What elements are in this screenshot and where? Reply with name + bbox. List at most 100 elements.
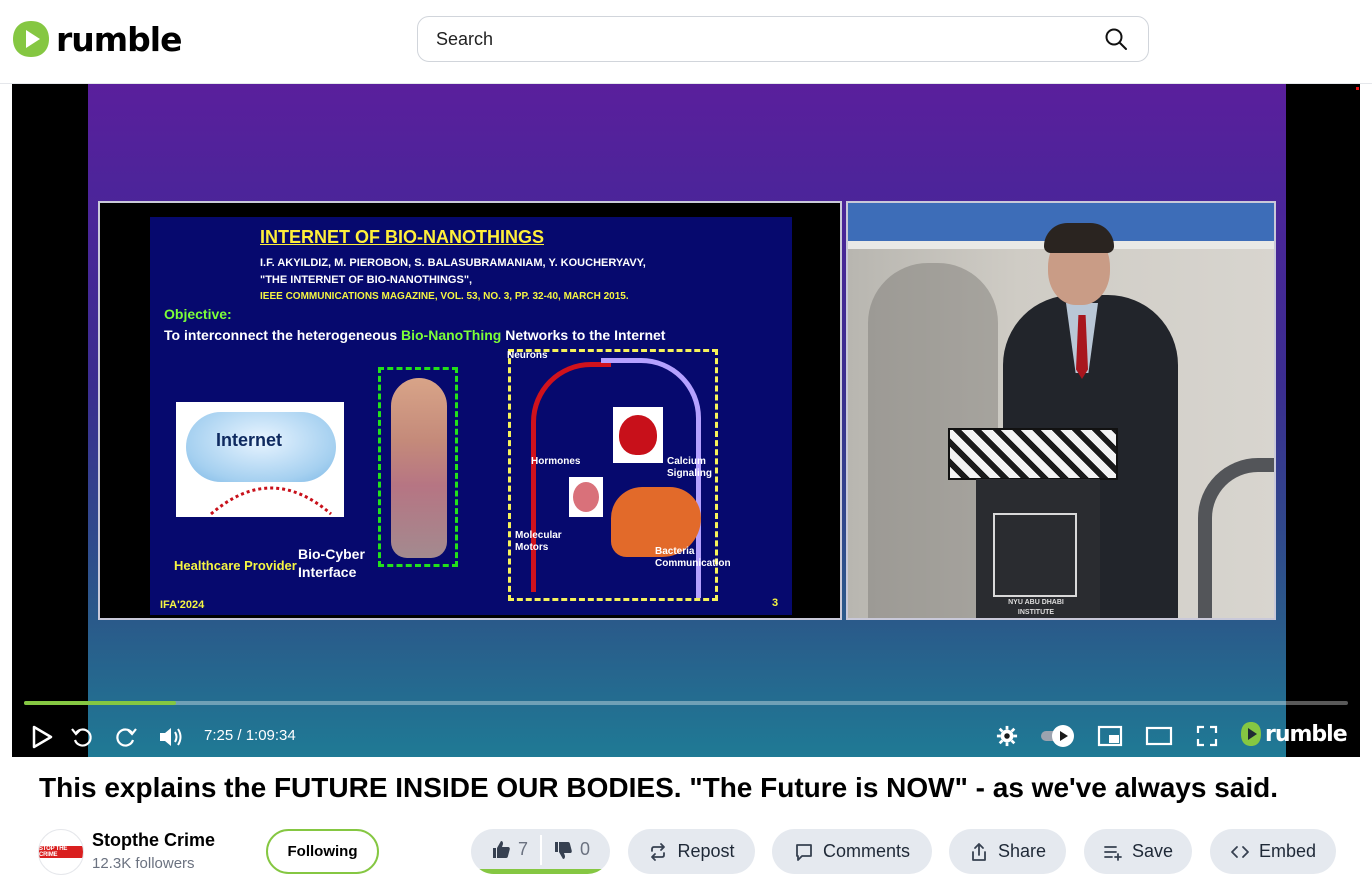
internet-label: Internet xyxy=(216,430,283,450)
embed-label: Embed xyxy=(1258,841,1317,861)
presentation-slide-panel: INTERNET OF BIO-NANOTHINGS I.F. AKYILDIZ… xyxy=(98,201,842,620)
slide-paper: "THE INTERNET OF BIO-NANOTHINGS", xyxy=(260,274,473,286)
theater-mode-icon xyxy=(1145,726,1173,746)
internet-cloud-image: Internet xyxy=(176,402,344,517)
video-title: This explains the FUTURE INSIDE OUR BODI… xyxy=(39,772,1279,803)
slide-objective-label: Objective: xyxy=(164,306,232,322)
search-input[interactable] xyxy=(436,28,1102,50)
heart-icon xyxy=(613,407,663,463)
player-controls: 7:25 / 1:09:34 rumble xyxy=(12,715,1360,757)
volume-button[interactable] xyxy=(156,723,186,751)
embed-button[interactable]: Embed xyxy=(1210,829,1336,874)
following-button[interactable]: Following xyxy=(266,829,379,874)
stage-sculpture xyxy=(1198,458,1274,618)
vote-ratio-bar xyxy=(471,869,610,874)
fullscreen-button[interactable] xyxy=(1194,723,1220,749)
recording-dot xyxy=(1356,87,1359,90)
slide-authors: I.F. AKYILDIZ, M. PIEROBON, S. BALASUBRA… xyxy=(260,257,646,269)
theater-mode-button[interactable] xyxy=(1144,723,1174,749)
search-button[interactable] xyxy=(1102,25,1130,53)
human-body-icon xyxy=(391,378,447,558)
time-display: 7:25 / 1:09:34 xyxy=(204,727,296,744)
share-icon xyxy=(972,842,986,861)
bacteria-label: Bacteria Communication xyxy=(655,546,731,569)
rumble-logo-icon xyxy=(13,21,49,57)
objective-text-highlight: Bio-NanoThing xyxy=(401,327,502,343)
progress-played xyxy=(24,701,176,705)
search-bar xyxy=(417,16,1149,62)
channel-avatar-logo: STOP THE CRIME xyxy=(39,846,83,858)
slide-page-number: 3 xyxy=(772,597,779,609)
biocyber-label: Bio-Cyber Interface xyxy=(298,546,365,580)
neurons-label: Neurons xyxy=(507,350,548,361)
healthcare-label: Healthcare Provider xyxy=(174,558,297,573)
rewind-button[interactable] xyxy=(68,723,96,751)
vote-group: 7 0 xyxy=(471,829,610,874)
play-icon xyxy=(32,725,53,749)
podium-text-1: NYU ABU DHABI xyxy=(1008,599,1064,606)
rumble-logo-text: rumble xyxy=(56,19,182,59)
channel-followers: 12.3K followers xyxy=(92,855,195,872)
thumbs-down-icon xyxy=(555,841,572,859)
repost-label: Repost xyxy=(677,841,735,861)
rumble-logo[interactable]: rumble xyxy=(12,18,182,60)
repost-icon xyxy=(651,842,666,861)
share-label: Share xyxy=(997,841,1047,861)
site-header: rumble xyxy=(0,0,1372,84)
speaker-camera-panel: NYU ABU DHABI INSTITUTE xyxy=(846,201,1276,620)
repost-button[interactable]: Repost xyxy=(628,829,755,874)
video-frame: INTERNET OF BIO-NANOTHINGS I.F. AKYILDIZ… xyxy=(88,84,1359,757)
slide-footer: IFA'2024 xyxy=(160,599,205,611)
podium-text-2: INSTITUTE xyxy=(1017,609,1055,616)
comments-label: Comments xyxy=(822,841,911,861)
connection-arc-icon xyxy=(210,486,332,516)
podium-sign xyxy=(993,513,1077,597)
slide-journal: IEEE COMMUNICATIONS MAGAZINE, VOL. 53, N… xyxy=(260,291,629,302)
forward-icon xyxy=(116,728,137,747)
human-body-figure xyxy=(378,367,458,567)
rumble-watermark[interactable]: rumble xyxy=(1240,721,1348,747)
comment-icon xyxy=(796,843,812,861)
fullscreen-icon xyxy=(1196,725,1218,747)
podium-pattern xyxy=(948,428,1118,480)
like-count: 7 xyxy=(518,839,529,859)
channel-name[interactable]: Stopthe Crime xyxy=(92,830,215,851)
objective-text-end: Networks to the Internet xyxy=(501,327,666,343)
kidney-icon xyxy=(569,477,603,517)
rumble-watermark-text: rumble xyxy=(1265,721,1348,747)
play-button[interactable] xyxy=(28,723,56,751)
rewind-icon xyxy=(71,728,92,747)
thumbs-up-icon xyxy=(493,840,510,858)
calcium-label: Calcium Signaling xyxy=(667,456,712,479)
settings-button[interactable] xyxy=(994,723,1020,749)
forward-button[interactable] xyxy=(112,723,140,751)
dislike-button[interactable]: 0 xyxy=(553,829,590,870)
autoplay-toggle[interactable] xyxy=(1038,723,1078,749)
organs-diagram: Neurons Hormones Calcium Signaling Molec… xyxy=(507,349,731,601)
comments-button[interactable]: Comments xyxy=(772,829,932,874)
like-button[interactable]: 7 xyxy=(491,829,528,870)
dislike-count: 0 xyxy=(580,839,591,859)
motors-label: Molecular Motors xyxy=(515,530,562,553)
save-button[interactable]: Save xyxy=(1084,829,1192,874)
share-button[interactable]: Share xyxy=(949,829,1066,874)
objective-text-start: To interconnect the heterogeneous xyxy=(164,327,401,343)
video-player[interactable]: INTERNET OF BIO-NANOTHINGS I.F. AKYILDIZ… xyxy=(12,84,1360,757)
channel-avatar[interactable]: STOP THE CRIME xyxy=(38,829,84,875)
speaker-hair xyxy=(1044,223,1114,253)
playlist-add-icon xyxy=(1104,845,1122,861)
miniplayer-icon xyxy=(1097,725,1123,747)
slide-title: INTERNET OF BIO-NANOTHINGS xyxy=(260,227,544,247)
autoplay-toggle-icon xyxy=(1041,725,1074,747)
save-label: Save xyxy=(1131,841,1174,861)
search-icon xyxy=(1105,28,1127,50)
volume-icon xyxy=(160,728,182,746)
miniplayer-button[interactable] xyxy=(1096,723,1124,749)
embed-code-icon xyxy=(1231,845,1249,858)
slide-objective-text: To interconnect the heterogeneous Bio-Na… xyxy=(164,327,665,343)
rumble-watermark-icon xyxy=(1241,722,1261,746)
progress-bar[interactable] xyxy=(24,701,1348,705)
hormones-label: Hormones xyxy=(531,456,581,467)
presentation-slide: INTERNET OF BIO-NANOTHINGS I.F. AKYILDIZ… xyxy=(150,217,792,615)
gear-icon xyxy=(996,725,1018,747)
